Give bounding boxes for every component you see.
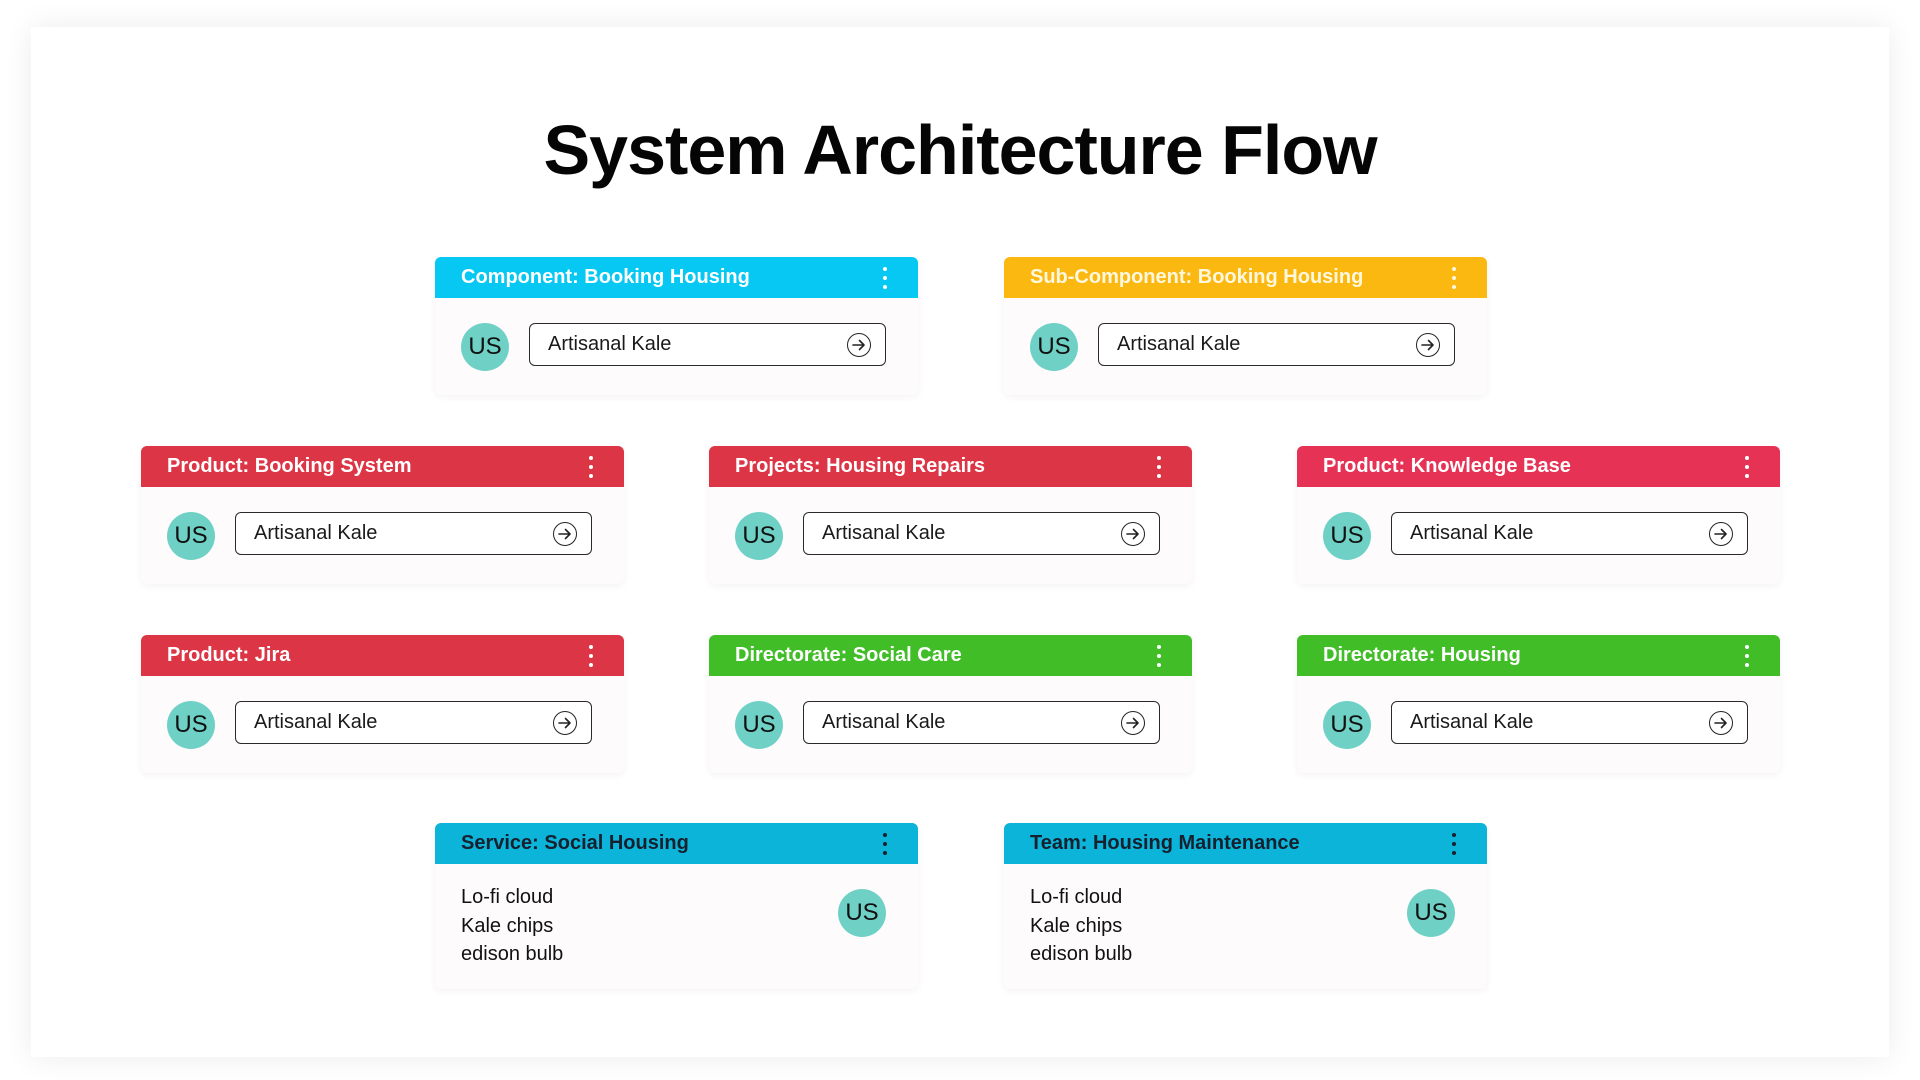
note-line: Kale chips (1030, 914, 1123, 937)
card-body: US Artisanal Kale (141, 676, 624, 773)
card-title: Component: Booking Housing (461, 266, 750, 288)
kebab-menu-icon[interactable] (878, 832, 892, 855)
avatar[interactable]: US (735, 512, 783, 560)
avatar[interactable]: US (1030, 323, 1078, 371)
card-title: Product: Knowledge Base (1323, 455, 1571, 477)
assignee-field[interactable]: Artisanal Kale (803, 512, 1160, 555)
card-title: Directorate: Social Care (735, 644, 962, 666)
arrow-right-circle-icon[interactable] (1121, 521, 1145, 546)
card-title: Product: Booking System (167, 455, 412, 477)
assignee-value: Artisanal Kale (1117, 333, 1241, 355)
card-product-jira[interactable]: Product: Jira US Artisanal Kale (141, 635, 624, 773)
card-header: Component: Booking Housing (435, 257, 918, 298)
card-header: Service: Social Housing (435, 823, 918, 864)
assignee-value: Artisanal Kale (822, 522, 946, 544)
card-header: Directorate: Housing (1297, 635, 1780, 676)
card-product-booking-system[interactable]: Product: Booking System US Artisanal Kal… (141, 446, 624, 584)
card-body: Lo-fi cloud Kale chips edison bulb US (1004, 864, 1487, 989)
card-body: Lo-fi cloud Kale chips edison bulb US (435, 864, 918, 989)
kebab-menu-icon[interactable] (1740, 644, 1754, 667)
card-header: Product: Booking System (141, 446, 624, 487)
card-title: Service: Social Housing (461, 832, 689, 854)
note-line: edison bulb (1030, 943, 1133, 965)
avatar[interactable]: US (838, 889, 886, 937)
avatar[interactable]: US (461, 323, 509, 371)
assignee-value: Artisanal Kale (1410, 711, 1534, 733)
kebab-menu-icon[interactable] (1447, 266, 1461, 289)
card-component-booking-housing[interactable]: Component: Booking Housing US Artisanal … (435, 257, 918, 395)
card-directorate-social-care[interactable]: Directorate: Social Care US Artisanal Ka… (709, 635, 1192, 773)
assignee-value: Artisanal Kale (822, 711, 946, 733)
card-body: US Artisanal Kale (1004, 298, 1487, 395)
card-projects-housing-repairs[interactable]: Projects: Housing Repairs US Artisanal K… (709, 446, 1192, 584)
avatar[interactable]: US (1323, 701, 1371, 749)
avatar[interactable]: US (1323, 512, 1371, 560)
card-body: US Artisanal Kale (435, 298, 918, 395)
card-product-knowledge-base[interactable]: Product: Knowledge Base US Artisanal Kal… (1297, 446, 1780, 584)
assignee-value: Artisanal Kale (254, 522, 378, 544)
card-body: US Artisanal Kale (141, 487, 624, 584)
arrow-right-circle-icon[interactable] (1416, 332, 1440, 357)
card-body: US Artisanal Kale (1297, 487, 1780, 584)
kebab-menu-icon[interactable] (1152, 644, 1166, 667)
card-title: Sub-Component: Booking Housing (1030, 266, 1364, 288)
arrow-right-circle-icon[interactable] (553, 710, 577, 735)
note-line: Lo-fi cloud (1030, 886, 1123, 908)
card-team-housing-maintenance[interactable]: Team: Housing Maintenance Lo-fi cloud Ka… (1004, 823, 1487, 989)
card-notes: Lo-fi cloud Kale chips edison bulb (1030, 883, 1132, 969)
arrow-right-circle-icon[interactable] (1709, 521, 1733, 546)
kebab-menu-icon[interactable] (584, 455, 598, 478)
card-title: Directorate: Housing (1323, 644, 1521, 666)
card-title: Team: Housing Maintenance (1030, 832, 1300, 854)
avatar[interactable]: US (735, 701, 783, 749)
card-service-social-housing[interactable]: Service: Social Housing Lo-fi cloud Kale… (435, 823, 918, 989)
assignee-field[interactable]: Artisanal Kale (235, 512, 592, 555)
card-header: Product: Knowledge Base (1297, 446, 1780, 487)
note-line: edison bulb (461, 943, 564, 965)
assignee-value: Artisanal Kale (254, 711, 378, 733)
assignee-field[interactable]: Artisanal Kale (235, 701, 592, 744)
assignee-value: Artisanal Kale (1410, 522, 1534, 544)
kebab-menu-icon[interactable] (584, 644, 598, 667)
kebab-menu-icon[interactable] (1740, 455, 1754, 478)
arrow-right-circle-icon[interactable] (1121, 710, 1145, 735)
arrow-right-circle-icon[interactable] (553, 521, 577, 546)
kebab-menu-icon[interactable] (1152, 455, 1166, 478)
card-title: Projects: Housing Repairs (735, 455, 986, 477)
card-sub-component-booking-housing[interactable]: Sub-Component: Booking Housing US Artisa… (1004, 257, 1487, 395)
card-header: Product: Jira (141, 635, 624, 676)
avatar[interactable]: US (167, 701, 215, 749)
assignee-field[interactable]: Artisanal Kale (803, 701, 1160, 744)
assignee-field[interactable]: Artisanal Kale (1391, 512, 1748, 555)
note-line: Kale chips (461, 914, 554, 937)
arrow-right-circle-icon[interactable] (847, 332, 871, 357)
assignee-field[interactable]: Artisanal Kale (1098, 323, 1455, 366)
assignee-value: Artisanal Kale (548, 333, 672, 355)
page-title: System Architecture Flow (543, 111, 1377, 189)
arrow-right-circle-icon[interactable] (1709, 710, 1733, 735)
card-body: US Artisanal Kale (709, 676, 1192, 773)
avatar[interactable]: US (167, 512, 215, 560)
assignee-field[interactable]: Artisanal Kale (529, 323, 886, 366)
assignee-field[interactable]: Artisanal Kale (1391, 701, 1748, 744)
card-notes: Lo-fi cloud Kale chips edison bulb (461, 883, 563, 969)
card-header: Sub-Component: Booking Housing (1004, 257, 1487, 298)
card-header: Directorate: Social Care (709, 635, 1192, 676)
card-title: Product: Jira (167, 644, 291, 666)
note-line: Lo-fi cloud (461, 886, 554, 908)
kebab-menu-icon[interactable] (1447, 832, 1461, 855)
card-header: Team: Housing Maintenance (1004, 823, 1487, 864)
card-header: Projects: Housing Repairs (709, 446, 1192, 487)
kebab-menu-icon[interactable] (878, 266, 892, 289)
card-directorate-housing[interactable]: Directorate: Housing US Artisanal Kale (1297, 635, 1780, 773)
card-body: US Artisanal Kale (1297, 676, 1780, 773)
avatar[interactable]: US (1407, 889, 1455, 937)
card-body: US Artisanal Kale (709, 487, 1192, 584)
